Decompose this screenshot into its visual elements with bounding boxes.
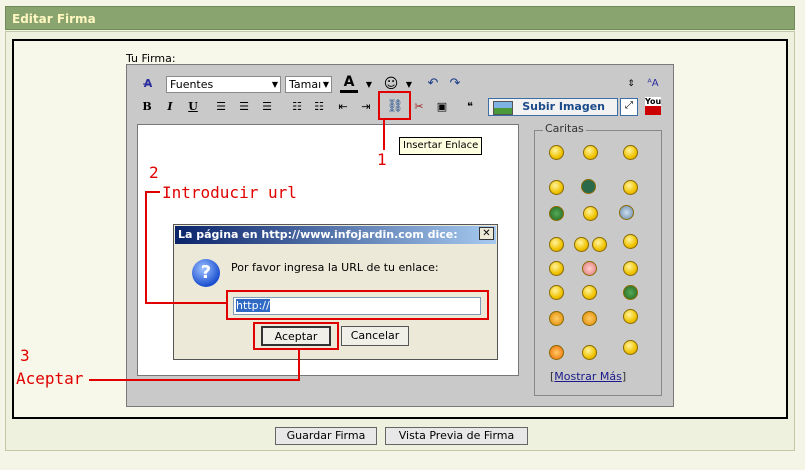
caritas-legend: Caritas — [543, 122, 586, 135]
expand-icon[interactable]: ⤢ — [620, 98, 638, 116]
clear-format-icon[interactable]: A̶ — [139, 75, 157, 93]
question-icon: ? — [192, 259, 220, 287]
panel-header: Editar Firma — [5, 6, 795, 30]
bold-button[interactable]: B — [138, 98, 156, 116]
smiley-icon[interactable] — [549, 145, 564, 160]
smiley-sad-icon[interactable] — [582, 285, 597, 300]
smiley-devil-icon[interactable] — [549, 311, 564, 326]
text-direction-icon[interactable]: ᴬA — [644, 75, 662, 93]
step1-label: 1 — [377, 150, 387, 169]
image-icon — [493, 101, 513, 115]
unordered-list-icon[interactable]: ☷ — [310, 98, 328, 116]
outdent-icon[interactable]: ⇤ — [334, 98, 352, 116]
size-select-label: Tamaı — [289, 78, 322, 91]
youtube-icon[interactable]: You — [645, 97, 662, 115]
annotation-line — [145, 302, 227, 304]
align-left-icon[interactable]: ☰ — [212, 98, 230, 116]
undo-icon[interactable]: ↶ — [424, 75, 442, 93]
font-select-label: Fuentes — [170, 78, 214, 91]
highlight-link-button — [378, 91, 411, 120]
align-center-icon[interactable]: ☰ — [235, 98, 253, 116]
step3-number: 3 — [20, 346, 30, 365]
smiley-clap-icon[interactable] — [623, 309, 638, 324]
smiley-thumbsup-icon[interactable] — [619, 205, 634, 220]
annotation-line — [89, 379, 300, 381]
chevron-down-icon: ▼ — [322, 80, 329, 89]
smiley-cool-icon[interactable] — [549, 237, 564, 252]
annotation-line — [383, 120, 385, 150]
highlight-url-input — [226, 290, 489, 320]
smiley-police-icon[interactable] — [623, 234, 638, 249]
smiley-thinking-icon[interactable] — [582, 345, 597, 360]
save-signature-button[interactable]: Guardar Firma — [275, 427, 377, 445]
smiley-grin-icon[interactable] — [583, 145, 598, 160]
chevron-down-icon[interactable]: ▼ — [360, 76, 378, 94]
italic-button[interactable]: I — [161, 98, 179, 116]
panel-title: Editar Firma — [12, 12, 96, 26]
show-more-link[interactable]: Mostrar Más — [554, 370, 622, 383]
smiley-blink-icon[interactable] — [574, 237, 589, 252]
step2-text: Introducir url — [162, 183, 297, 202]
smiley-tongue-icon[interactable] — [583, 206, 598, 221]
smiley-blush-icon[interactable] — [549, 345, 564, 360]
annotation-line — [145, 191, 147, 304]
youtube-label: You — [645, 97, 662, 106]
upload-image-button[interactable]: Subir Imagen — [488, 98, 618, 116]
indent-icon[interactable]: ⇥ — [357, 98, 375, 116]
close-icon[interactable]: ✕ — [479, 227, 494, 240]
insert-image-icon[interactable]: ▣ — [433, 98, 451, 116]
unlink-icon[interactable]: ✂ — [410, 98, 428, 116]
tooltip: Insertar Enlace — [399, 137, 483, 155]
highlight-accept-button — [253, 322, 339, 350]
resize-icon[interactable]: ⇕ — [622, 75, 640, 93]
align-right-icon[interactable]: ☰ — [258, 98, 276, 116]
font-color-button[interactable]: A — [340, 74, 358, 93]
ordered-list-icon[interactable]: ☷ — [288, 98, 306, 116]
smiley-question-icon[interactable] — [592, 237, 607, 252]
smiley-happy-icon[interactable] — [623, 145, 638, 160]
size-select[interactable]: Tamaı ▼ — [285, 76, 332, 93]
smiley-wink-icon[interactable] — [549, 180, 564, 195]
underline-button[interactable]: U — [184, 98, 202, 116]
smiley-confused-icon[interactable] — [549, 285, 564, 300]
chevron-down-icon: ▼ — [271, 80, 278, 89]
show-more-smileys: [Mostrar Más] — [550, 370, 626, 383]
font-select[interactable]: Fuentes ▼ — [166, 76, 281, 93]
smiley-cheer-icon[interactable] — [623, 340, 638, 355]
smiley-blush-icon[interactable] — [582, 261, 597, 276]
smiley-alien-icon[interactable] — [581, 179, 596, 194]
smiley-sleepy-icon[interactable] — [549, 261, 564, 276]
annotation-line — [145, 191, 160, 193]
smiley-nerd-icon[interactable] — [623, 261, 638, 276]
smiley-green-icon[interactable] — [623, 285, 638, 300]
smiley-sick-icon[interactable] — [549, 206, 564, 221]
quote-icon[interactable]: ❝ — [461, 98, 479, 116]
smiley-angry-icon[interactable] — [582, 311, 597, 326]
step2-number: 2 — [149, 163, 159, 182]
redo-icon[interactable]: ↷ — [446, 75, 464, 93]
bracket-close: ] — [621, 370, 627, 383]
upload-image-label: Subir Imagen — [522, 100, 605, 113]
step3-text: Aceptar — [16, 369, 84, 388]
dialog-message: Por favor ingresa la URL de tu enlace: — [231, 261, 439, 274]
smiley-laugh-icon[interactable] — [623, 180, 638, 195]
cancel-button[interactable]: Cancelar — [341, 326, 409, 346]
dialog-title: La página en http://www.infojardin.com d… — [175, 226, 496, 244]
annotation-line — [298, 350, 300, 381]
preview-signature-button[interactable]: Vista Previa de Firma — [385, 427, 528, 445]
